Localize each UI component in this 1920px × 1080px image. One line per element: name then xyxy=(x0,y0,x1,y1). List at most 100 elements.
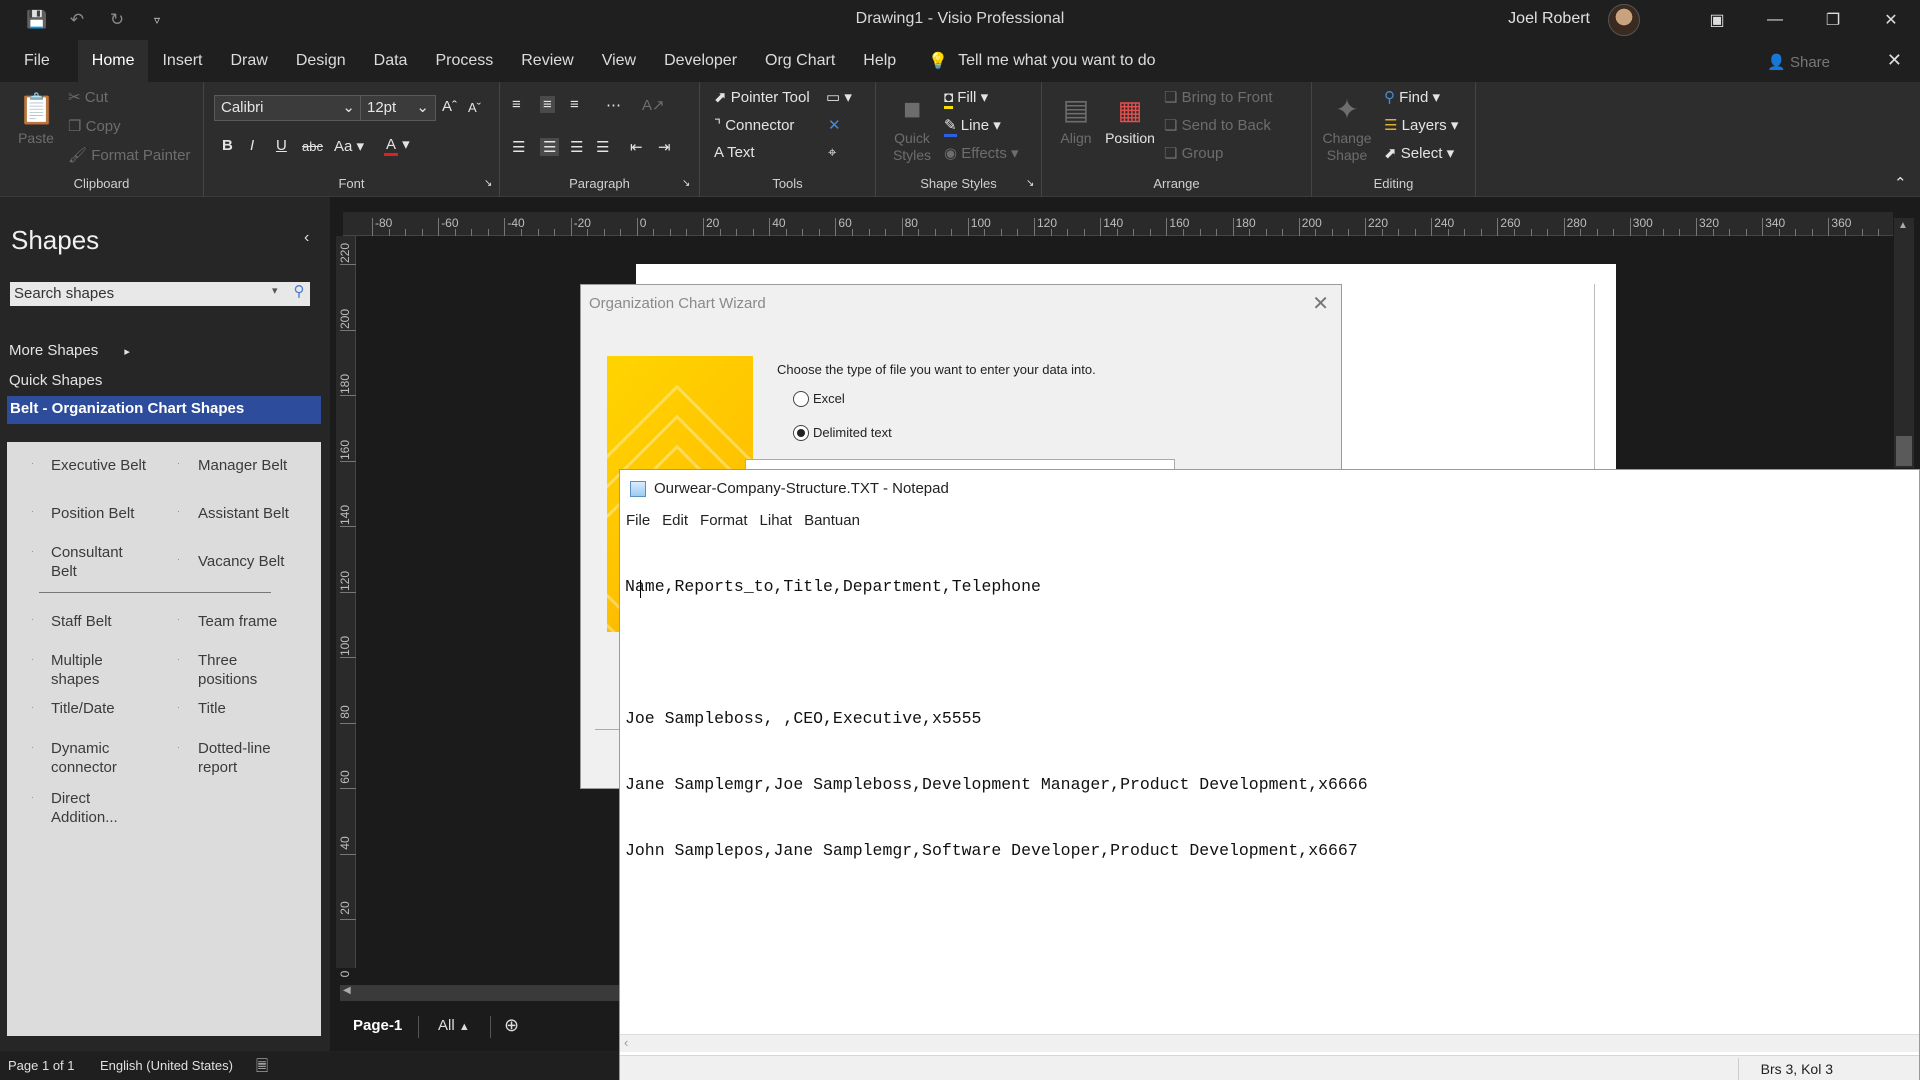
position-button[interactable]: ▦ Position xyxy=(1102,90,1158,146)
decrease-indent-icon[interactable]: ⇤ xyxy=(630,138,643,156)
align-right-icon[interactable]: ☰ xyxy=(570,138,583,156)
stencil-shape[interactable]: Team frame xyxy=(198,612,277,631)
collapse-pane-icon[interactable]: ‹ xyxy=(304,229,309,247)
add-page-icon[interactable]: ⊕ xyxy=(504,1015,519,1036)
scroll-up-icon[interactable]: ▲ xyxy=(1898,220,1908,231)
search-input[interactable]: Search shapes ▾ xyxy=(10,282,310,306)
text-tool-button[interactable]: A Text xyxy=(714,144,755,161)
tell-me-box[interactable]: 💡 Tell me what you want to do xyxy=(928,51,1155,71)
stencil-shape[interactable]: Multiple shapes xyxy=(51,651,141,689)
align-bottom-icon[interactable]: ≡ xyxy=(570,96,579,113)
scroll-left-icon[interactable]: ◀ xyxy=(343,985,351,996)
paste-button[interactable]: 📋 Paste xyxy=(18,90,55,146)
stencil-shape[interactable]: Position Belt xyxy=(51,504,134,523)
align-top-icon[interactable]: ≡ xyxy=(512,96,521,113)
radio-delimited-text[interactable] xyxy=(793,425,809,441)
user-name[interactable]: Joel Robert xyxy=(1508,10,1590,28)
stencil-shape[interactable]: Dotted-line report xyxy=(198,739,288,777)
rectangle-icon[interactable]: ▭ ▾ xyxy=(826,88,852,106)
save-icon[interactable]: 💾 xyxy=(26,10,48,30)
share-button[interactable]: 👤 Share xyxy=(1767,53,1830,71)
stencil-shape[interactable]: Vacancy Belt xyxy=(198,552,284,571)
search-icon[interactable]: ⚲ xyxy=(288,282,310,306)
menu-bantuan[interactable]: Bantuan xyxy=(798,508,866,534)
bring-to-front-button[interactable]: ❏ Bring to Front xyxy=(1164,88,1273,106)
stencil-shape[interactable]: Assistant Belt xyxy=(198,504,289,523)
all-pages-tab[interactable]: All ▲ xyxy=(438,1017,470,1034)
strikethrough-button[interactable]: abc xyxy=(302,139,323,154)
connection-point-icon[interactable]: ✕ xyxy=(828,116,841,134)
layers-button[interactable]: ☰ Layers ▾ xyxy=(1384,116,1458,134)
notepad-horizontal-scrollbar[interactable]: ‹ xyxy=(620,1034,1919,1052)
status-page[interactable]: Page 1 of 1 xyxy=(8,1058,75,1073)
tab-design[interactable]: Design xyxy=(282,40,360,82)
tab-data[interactable]: Data xyxy=(360,40,422,82)
increase-indent-icon[interactable]: ⇥ xyxy=(658,138,671,156)
status-language[interactable]: English (United States) xyxy=(100,1058,233,1073)
macro-record-icon[interactable]: 🗏 xyxy=(256,1056,268,1080)
close-icon[interactable]: ✕ xyxy=(1887,50,1902,71)
more-shapes-item[interactable]: More Shapes ▸ xyxy=(9,342,130,359)
close-icon[interactable]: ✕ xyxy=(1312,291,1329,316)
grow-font-icon[interactable]: Aˆ xyxy=(442,98,457,115)
text-direction-icon[interactable]: A↗ xyxy=(642,96,665,114)
ribbon-display-options-icon[interactable]: ▣ xyxy=(1688,0,1746,40)
font-size-select[interactable]: 12pt ⌄ xyxy=(360,95,436,121)
radio-excel-label[interactable]: Excel xyxy=(813,391,845,406)
pointer-tool-button[interactable]: ⬈ Pointer Tool xyxy=(714,88,810,106)
change-shape-button[interactable]: ✦ Change Shape xyxy=(1322,90,1372,164)
menu-lihat[interactable]: Lihat xyxy=(754,508,799,534)
tab-file[interactable]: File xyxy=(0,40,78,82)
align-center-icon[interactable]: ☰ xyxy=(540,138,560,156)
underline-button[interactable]: U xyxy=(276,137,287,154)
minimize-button[interactable]: — xyxy=(1746,0,1804,40)
collapse-ribbon-icon[interactable]: ⌃ xyxy=(1894,174,1907,192)
justify-icon[interactable]: ☰ xyxy=(596,138,609,156)
tab-home[interactable]: Home xyxy=(77,40,149,82)
crop-tool-icon[interactable]: ⌖ xyxy=(828,144,836,161)
tab-review[interactable]: Review xyxy=(507,40,587,82)
customize-qat-icon[interactable]: ▿ xyxy=(146,13,168,27)
italic-button[interactable]: I xyxy=(250,137,254,154)
quick-styles-button[interactable]: ■ Quick Styles xyxy=(890,90,934,164)
horizontal-scrollbar[interactable]: ◀ xyxy=(340,985,620,1001)
effects-button[interactable]: ◉ Effects ▾ xyxy=(944,144,1019,162)
fill-button[interactable]: ◘ Fill ▾ xyxy=(944,88,988,109)
cut-button[interactable]: ✂ Cut xyxy=(68,88,108,106)
avatar[interactable] xyxy=(1608,4,1640,36)
tab-process[interactable]: Process xyxy=(421,40,507,82)
stencil-shape[interactable]: Consultant Belt xyxy=(51,543,141,581)
find-button[interactable]: ⚲ Find ▾ xyxy=(1384,88,1440,106)
stencil-belt-org-chart[interactable]: Belt - Organization Chart Shapes xyxy=(7,396,321,424)
close-button[interactable]: ✕ xyxy=(1862,0,1920,40)
vertical-scroll-thumb[interactable] xyxy=(1896,436,1912,466)
stencil-shape[interactable]: Three positions xyxy=(198,651,278,689)
align-button[interactable]: ▤ Align xyxy=(1056,90,1096,146)
bullets-icon[interactable]: ⋯ xyxy=(606,96,621,114)
scroll-left-icon[interactable]: ‹ xyxy=(624,1035,628,1050)
bold-button[interactable]: B xyxy=(222,137,233,154)
quick-shapes-item[interactable]: Quick Shapes xyxy=(9,372,102,389)
menu-file[interactable]: File xyxy=(620,508,656,534)
menu-edit[interactable]: Edit xyxy=(656,508,694,534)
tab-org-chart[interactable]: Org Chart xyxy=(751,40,849,82)
connector-button[interactable]: ⌝ Connector xyxy=(714,116,794,134)
copy-button[interactable]: ❐ Copy xyxy=(68,117,121,135)
tab-draw[interactable]: Draw xyxy=(216,40,281,82)
stencil-shape[interactable]: Manager Belt xyxy=(198,456,287,475)
send-to-back-button[interactable]: ❏ Send to Back xyxy=(1164,116,1271,134)
group-button[interactable]: ❏ Group xyxy=(1164,144,1223,162)
tab-view[interactable]: View xyxy=(588,40,650,82)
stencil-shape[interactable]: Dynamic connector xyxy=(51,739,141,777)
menu-format[interactable]: Format xyxy=(694,508,754,534)
align-left-icon[interactable]: ☰ xyxy=(512,138,525,156)
shrink-font-icon[interactable]: Aˇ xyxy=(468,100,481,115)
format-painter-button[interactable]: 🖌 Format Painter xyxy=(68,146,190,164)
select-button[interactable]: ⬈ Select ▾ xyxy=(1384,144,1454,162)
page-tab-page-1[interactable]: Page-1 xyxy=(353,1017,402,1034)
radio-delimited-text-label[interactable]: Delimited text xyxy=(813,425,892,440)
line-button[interactable]: ✎ Line ▾ xyxy=(944,116,1001,137)
tab-developer[interactable]: Developer xyxy=(650,40,751,82)
stencil-shape[interactable]: Title/Date xyxy=(51,699,115,718)
stencil-shape[interactable]: Staff Belt xyxy=(51,612,112,631)
